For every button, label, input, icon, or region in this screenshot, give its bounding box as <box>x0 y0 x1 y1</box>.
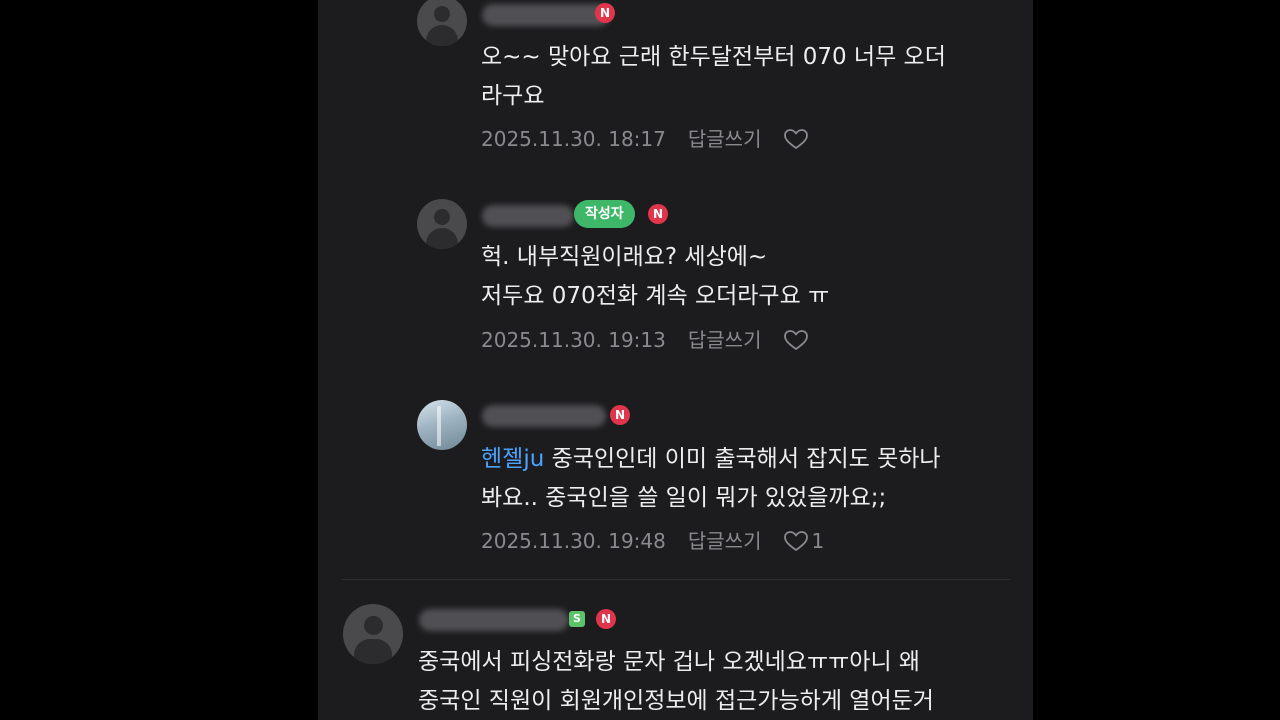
comment-text: 헨젤ju 중국인인데 이미 출국해서 잡지도 못하나 봐요.. 중국인을 쓸 일… <box>481 446 941 511</box>
nickname-blurred[interactable] <box>419 609 569 631</box>
comment-meta: 2025.11.30. 18:17 답글쓰기 <box>481 124 809 154</box>
comment-divider <box>342 579 1010 580</box>
naver-badge: N <box>596 609 616 629</box>
comment-list[interactable]: N 오~~ 맞아요 근래 한두달전부터 070 너무 오더 라구요 2025.1… <box>318 0 1033 720</box>
avatar[interactable] <box>343 604 403 664</box>
heart-outline-icon[interactable] <box>783 127 809 151</box>
nickname-blurred[interactable] <box>482 205 574 227</box>
like-count: 1 <box>811 529 825 553</box>
default-profile-icon <box>434 6 450 22</box>
default-profile-icon <box>434 209 450 225</box>
nickname-blurred[interactable] <box>482 405 606 427</box>
naver-badge: N <box>610 405 630 425</box>
reply-button[interactable]: 답글쓰기 <box>688 325 762 355</box>
comment-date: 2025.11.30. 18:17 <box>481 127 666 151</box>
reply-button[interactable]: 답글쓰기 <box>688 526 762 556</box>
naver-badge: N <box>648 204 668 224</box>
reply-button[interactable]: 답글쓰기 <box>688 124 762 154</box>
comment-text: 오~~ 맞아요 근래 한두달전부터 070 너무 오더 라구요 <box>481 44 946 109</box>
comment-text: 헉. 내부직원이래요? 세상에~ 저두요 070전화 계속 오더라구요 ㅠ <box>481 244 830 309</box>
naver-badge: N <box>595 3 615 23</box>
nickname-blurred[interactable] <box>482 4 610 26</box>
comment-text: 중국에서 피싱전화랑 문자 겁나 오겠네요ㅠㅠ아니 왜 중국인 직원이 회원개인… <box>418 649 934 714</box>
level-badge: S <box>569 611 585 627</box>
comment-meta: 2025.11.30. 19:48 답글쓰기 1 <box>481 526 824 556</box>
comment-date: 2025.11.30. 19:48 <box>481 529 666 553</box>
default-profile-icon <box>364 616 383 635</box>
comment-meta: 2025.11.30. 19:13 답글쓰기 <box>481 325 809 355</box>
author-tag: 작성자 <box>574 200 635 228</box>
mention-link[interactable]: 헨젤ju <box>481 446 544 472</box>
heart-outline-icon[interactable] <box>783 328 809 352</box>
avatar[interactable] <box>417 400 467 450</box>
avatar[interactable] <box>417 0 467 46</box>
heart-outline-icon[interactable] <box>783 529 809 553</box>
comment-date: 2025.11.30. 19:13 <box>481 328 666 352</box>
avatar[interactable] <box>417 199 467 249</box>
